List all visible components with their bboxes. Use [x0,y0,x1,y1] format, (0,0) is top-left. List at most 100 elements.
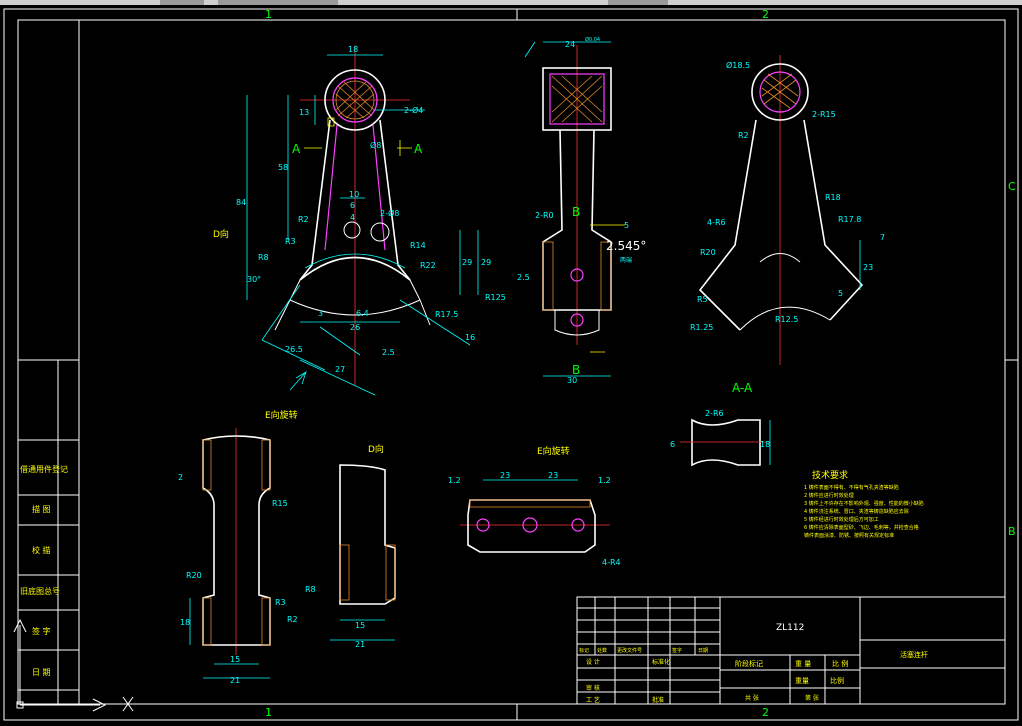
tech-req-title: 技术要求 [812,469,848,481]
tech-req-item-6: 6 铸件应清除表面型砂、飞边、毛刺等，并检查合格 [804,524,919,531]
dim-2-d4: 2-Ø4 [404,105,423,115]
eb-dim-1-2a: 1.2 [448,476,461,485]
header-col-3: 更改文件号 [617,647,642,654]
e-dim-15: 15 [230,655,240,664]
e-dim-21: 21 [230,676,240,685]
right-dim-r18: R18 [825,193,841,202]
eb-dim-23a: 23 [500,471,510,480]
side-dim-tol: Ø0.04 [585,36,600,43]
section-title: A-A [732,381,753,395]
view-b-bottom: B [572,363,580,377]
side-stamp: 借通用件登记 描 图 校 描 旧底图总号 签 字 日 期 [17,359,80,705]
e-dim-r2: R2 [287,615,298,624]
dim-r22: R22 [420,261,436,270]
dim-2-5: 2.5 [382,348,395,357]
e-rot-label-2: E向旋转 [537,445,570,457]
eb-dim-1-2b: 1.2 [598,476,611,485]
dim-13: 13 [299,108,309,117]
tech-req-item-4: 4 铸件浇注系统、冒口、夹渣等铸造缺陷应去除 [804,508,909,515]
zone-top-2: 2 [762,8,769,21]
dim-r8: R8 [258,253,269,262]
front-view: 18 13 58 84 2-Ø4 Ø8 2-Ø8 10 6 4 R3 R2 R8… [213,45,506,396]
section-dim-2-r6: 2-R6 [705,409,724,418]
dim-6: 6 [350,201,355,210]
dim-r17-5: R17.5 [435,310,458,319]
sheet-total: 共 张 [745,694,759,702]
right-dim-4-r6: 4-R6 [707,218,726,227]
eb-dim-4-r4: 4-R4 [602,558,621,567]
right-dim-5: 5 [838,289,843,298]
dim-r14: R14 [410,241,426,250]
dim-16: 16 [465,333,475,342]
side-dim-24: 24 [565,40,575,49]
process-label: 工 艺 [586,696,600,704]
e-dim-r20: R20 [186,571,202,580]
dim-27: 27 [335,365,345,374]
header-col-5: 日期 [698,648,708,654]
side-dim-ends: 两端 [620,256,632,264]
right-dim-r12-5: R12.5 [775,315,798,324]
dim-r125: R125 [485,293,506,302]
e-rotated-view: E向旋转 2 R15 R20 18 15 21 R3 R2 [178,409,298,685]
dim-3: 3 [318,309,323,318]
dim-29a: 29 [462,258,472,267]
dim-6-4: 6.4 [356,309,369,318]
scale-label: 比 例 [832,659,848,668]
right-dim-d18-5: Ø18.5 [726,60,750,70]
side-view: 24 Ø0.04 2.545° 两端 2-R0 2.5 5 30 B B [517,36,646,385]
stamp-row-1: 借通用件登记 [20,464,68,474]
header-col-4: 签字 [672,647,682,654]
right-dim-r5: R5 [697,295,708,304]
d-view-label: D向 [213,228,229,240]
right-dim-r2: R2 [738,131,749,140]
sheet-no: 第 张 [805,694,819,702]
right-dim-r17-8: R17.8 [838,215,861,224]
dim-r3: R3 [285,237,296,246]
dim-4: 4 [350,213,355,222]
dim-29b: 29 [481,258,491,267]
e-dim-r3: R3 [275,598,286,607]
designer-label: 设 计 [586,658,600,666]
d-dim-21: 21 [355,640,365,649]
dim-84: 84 [236,198,246,207]
weight-label: 重 量 [795,660,811,668]
tech-req-item-1: 1 铸件表面不得有、不得有气孔夹渣等缺陷 [804,484,899,491]
outer-frame [3,8,1019,721]
dim-58: 58 [278,163,288,172]
dim-26-5: 26.5 [285,345,303,354]
side-dim-30: 30 [567,376,577,385]
right-dim-23: 23 [863,263,873,272]
section-mark-a-left: A [292,142,301,156]
stamp-row-4: 旧底图总号 [20,586,60,596]
d-dim-15: 15 [355,621,365,630]
section-mark-a-right: A [414,142,423,156]
d-view-label-2: D向 [368,443,384,455]
mass-value: 重量 [795,677,809,685]
drawing-name: 活塞连杆 [900,650,928,659]
side-dim-2-r0: 2-R0 [535,211,554,220]
e-rotated-bottom-view: E向旋转 1.2 1.2 23 23 4-R4 [448,445,621,567]
e-rot-label-1: E向旋转 [265,409,298,421]
zone-right-b: B [1008,525,1016,538]
right-view: Ø18.5 2-R15 R2 R18 R17.8 4-R6 R20 R5 R1.… [690,55,885,365]
dim-10: 10 [349,190,359,199]
dim-r2: R2 [298,215,309,224]
e-dim-18: 18 [180,618,190,627]
part-code: ZL112 [776,623,804,633]
right-dim-2-r15: 2-R15 [812,110,836,119]
zone-bottom-1: 1 [265,706,272,719]
stamp-row-6: 日 期 [32,668,51,677]
eb-dim-23b: 23 [548,471,558,480]
stamp-row-2: 描 图 [32,504,51,514]
d-dim-r8: R8 [305,585,316,594]
standardization-label: 标准化 [652,658,670,666]
header-col-2: 处数 [597,647,607,654]
cad-drawing-canvas[interactable]: 1 2 1 2 C B 18 13 58 84 2-Ø4 Ø8 2-Ø8 10 [0,0,1022,726]
section-dim-18: 18 [760,440,770,449]
section-dim-6: 6 [670,440,675,449]
drawing-border [78,19,1006,705]
dim-30deg: 30° [247,275,261,284]
title-block: ZL112 活塞连杆 标记 处数 更改文件号 签字 日期 设 计 标准化 审 核… [576,596,1006,705]
technical-requirements: 技术要求 1 铸件表面不得有、不得有气孔夹渣等缺陷 2 铸件应进行时效处理 3 … [804,469,924,539]
tech-req-item-5: 5 铸件经进行时效处理后方可加工 [804,516,879,523]
